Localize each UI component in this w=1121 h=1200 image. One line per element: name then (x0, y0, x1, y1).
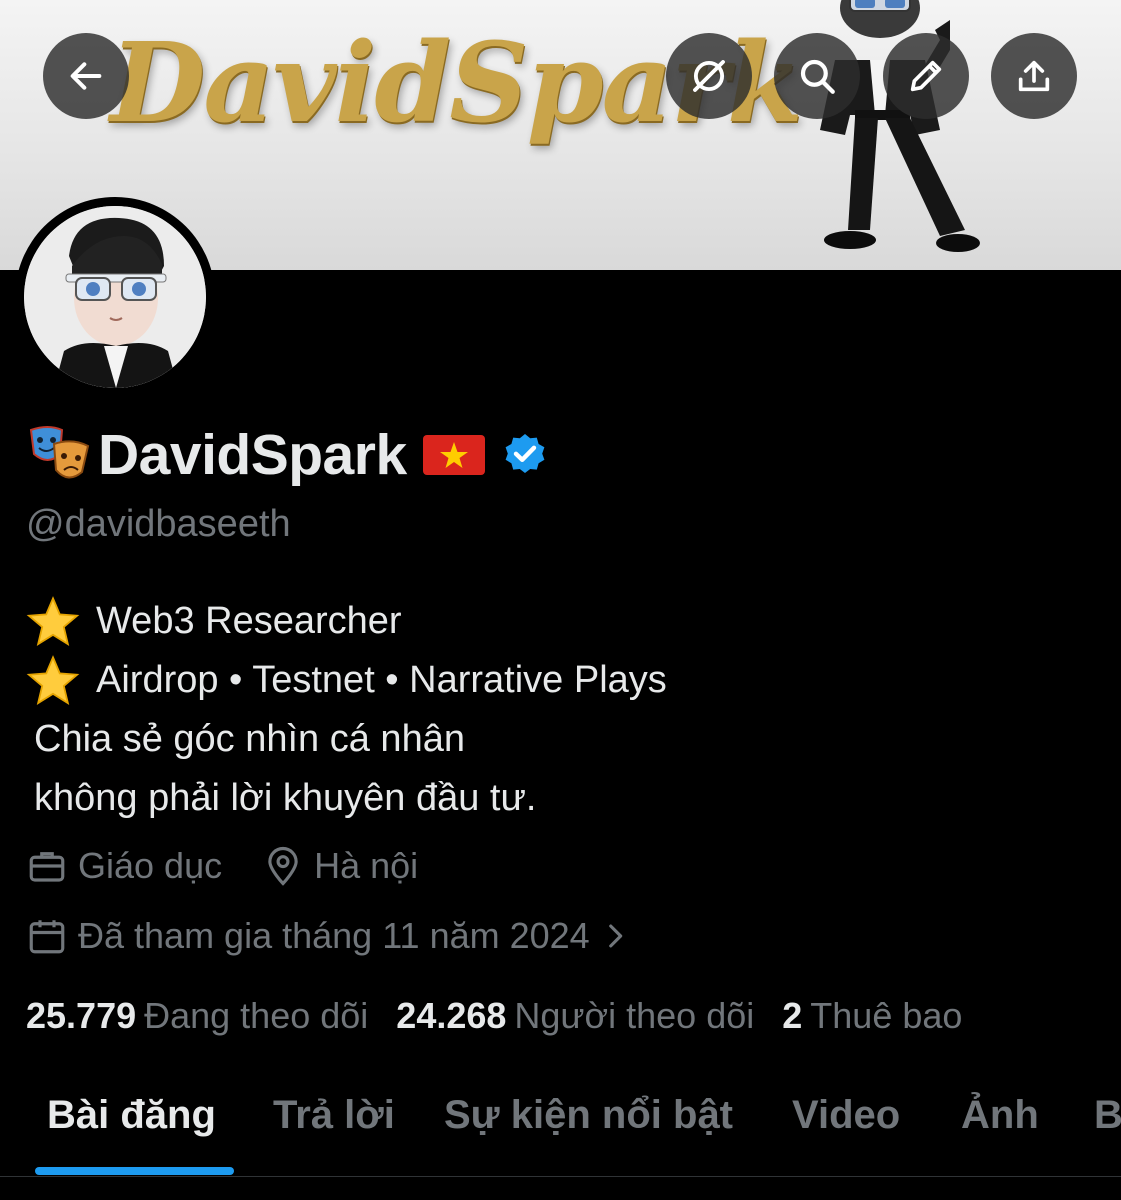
profile-stats: 25.779 Đang theo dõi 24.268 Người theo dõi… (26, 990, 990, 1042)
share-upload-icon (1018, 60, 1050, 92)
following-label: Đang theo dõi (144, 995, 369, 1036)
joined-date-text: Đã tham gia tháng 11 năm 2024 (78, 915, 590, 956)
profile-name-row: DavidSpark (28, 420, 549, 490)
vietnam-flag-emoji (422, 435, 485, 475)
display-name: DavidSpark (98, 423, 407, 487)
active-tab-indicator (35, 1167, 234, 1175)
profile-meta: Giáo dục Hà nội (26, 840, 458, 892)
avatar (24, 206, 206, 388)
following-stat[interactable]: 25.779 Đang theo dõi (26, 995, 368, 1037)
search-button[interactable] (774, 33, 860, 119)
calendar-icon (29, 920, 65, 954)
tabs-divider (0, 1176, 1121, 1177)
category-text: Giáo dục (78, 845, 223, 886)
theater-masks-emoji (29, 426, 90, 479)
profile-handle: @davidbaseeth (26, 503, 291, 545)
grok-button[interactable] (666, 33, 752, 119)
bio-line-4: không phải lời khuyên đầu tư. (34, 777, 537, 819)
briefcase-icon (29, 852, 65, 882)
location-text: Hà nội (314, 845, 419, 886)
tab-posts[interactable]: Bài đăng (47, 1093, 216, 1138)
edit-button[interactable] (883, 33, 969, 119)
followers-label: Người theo dõi (514, 995, 755, 1036)
tab-highlights[interactable]: Sự kiện nổi bật (444, 1093, 733, 1138)
subscriptions-label: Thuê bao (810, 995, 963, 1036)
bio-line-3: Chia sẻ góc nhìn cá nhân (34, 718, 465, 760)
grok-icon (693, 60, 725, 92)
followers-count: 24.268 (396, 995, 507, 1036)
share-button[interactable] (991, 33, 1077, 119)
profile-location: Hà nội (262, 845, 418, 887)
profile-tabs: Bài đăng Trả lời Sự kiện nổi bật Video Ả… (0, 1085, 1121, 1177)
profile-avatar[interactable] (15, 197, 215, 397)
joined-date-row[interactable]: Đã tham gia tháng 11 năm 2024 (26, 910, 632, 962)
verified-badge-icon[interactable] (501, 431, 549, 479)
pencil-icon (910, 60, 942, 92)
star-emoji-icon (26, 595, 80, 646)
followers-stat[interactable]: 24.268 Người theo dõi (396, 995, 754, 1037)
bio-line-2: Airdrop • Testnet • Narrative Plays (96, 659, 667, 701)
profile-category: Giáo dục (26, 845, 222, 887)
tab-photos[interactable]: Ảnh (961, 1093, 1039, 1138)
arrow-left-icon (70, 62, 102, 90)
subscriptions-count: 2 (782, 995, 803, 1036)
bio-line-1: Web3 Researcher (96, 600, 402, 642)
location-pin-icon (268, 846, 298, 886)
search-icon (800, 59, 835, 94)
profile-bio: Web3 Researcher Airdrop • Testnet • Narr… (26, 592, 667, 828)
tab-videos[interactable]: Video (792, 1093, 900, 1138)
chevron-right-icon (608, 924, 622, 948)
back-button[interactable] (43, 33, 129, 119)
subscriptions-stat[interactable]: 2 Thuê bao (782, 995, 962, 1037)
following-count: 25.779 (26, 995, 137, 1036)
tab-replies[interactable]: Trả lời (273, 1093, 395, 1138)
tab-more-cutoff[interactable]: B (1094, 1093, 1121, 1138)
star-emoji-icon (26, 654, 80, 705)
avatar-illustration (24, 206, 206, 388)
